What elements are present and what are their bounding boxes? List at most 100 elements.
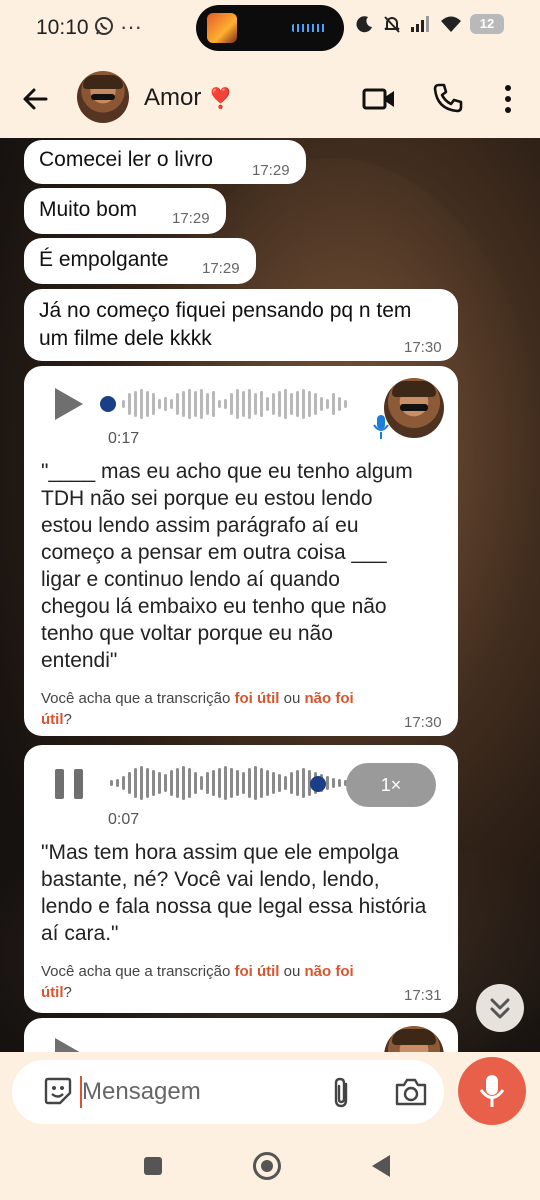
voice-duration: 0:07	[108, 811, 140, 828]
back-arrow-icon[interactable]	[18, 82, 52, 116]
message-bubble[interactable]: É empolgante 17:29	[24, 238, 256, 284]
waveform-bar	[158, 399, 161, 409]
waveform-bar	[218, 768, 221, 798]
feedback-useful-link[interactable]: foi útil	[234, 963, 279, 980]
waveform-bar	[122, 400, 125, 408]
audio-wave-icon	[292, 24, 326, 32]
play-icon[interactable]	[55, 388, 83, 420]
feedback-useful-link[interactable]: foi útil	[234, 690, 279, 707]
feedback-prompt: Você acha que a transcrição	[41, 963, 235, 980]
waveform-bar	[152, 770, 155, 796]
wifi-icon	[441, 16, 461, 32]
message-bubble[interactable]: Comecei ler o livro 17:29	[24, 140, 306, 184]
message-time: 17:29	[252, 162, 290, 179]
voice-record-button[interactable]	[458, 1057, 526, 1125]
waveform-bar	[302, 389, 305, 419]
message-text: É empolgante	[39, 248, 169, 271]
waveform-bar	[206, 393, 209, 415]
waveform-bar	[326, 776, 329, 790]
waveform-bar	[176, 768, 179, 798]
waveform-bar	[176, 393, 179, 415]
playback-speed-button[interactable]: 1×	[346, 763, 436, 807]
waveform-bar	[116, 779, 119, 787]
waveform-bar	[230, 393, 233, 415]
waveform-bar	[278, 391, 281, 417]
emoji-sticker-icon[interactable]	[42, 1075, 74, 1107]
sender-avatar	[384, 378, 444, 438]
signal-icon	[411, 16, 429, 32]
waveform-bar	[236, 389, 239, 419]
message-time: 17:30	[404, 339, 442, 356]
message-text: Comecei ler o livro	[39, 148, 213, 171]
waveform-bar	[248, 768, 251, 798]
message-input-container[interactable]	[12, 1060, 444, 1124]
voice-waveform[interactable]	[122, 386, 347, 422]
scroll-to-bottom-button[interactable]	[476, 984, 524, 1032]
sender-avatar	[384, 1026, 444, 1052]
contact-name[interactable]: Amor ❣️	[144, 84, 233, 112]
message-bubble[interactable]: Muito bom 17:29	[24, 188, 226, 234]
waveform-bar	[284, 776, 287, 790]
waveform-bar	[308, 391, 311, 417]
waveform-bar	[152, 393, 155, 415]
chat-area[interactable]: Comecei ler o livro 17:29 Muito bom 17:2…	[0, 138, 540, 1052]
moon-icon	[356, 16, 372, 33]
waveform-bar	[242, 391, 245, 417]
waveform-bar	[170, 770, 173, 796]
waveform-bar	[338, 397, 341, 411]
waveform-bar	[188, 768, 191, 798]
waveform-bar	[344, 400, 347, 408]
battery-indicator: 12	[470, 14, 504, 34]
pause-icon[interactable]	[55, 769, 83, 799]
home-button[interactable]	[253, 1152, 281, 1180]
waveform-bar	[140, 389, 143, 419]
waveform-bar	[296, 770, 299, 796]
waveform-bar	[284, 389, 287, 419]
voice-message-bubble[interactable]: 0:17 "____ mas eu acho que eu tenho algu…	[24, 366, 458, 736]
waveform-bar	[194, 772, 197, 794]
more-dots-icon: ···	[120, 14, 142, 39]
recents-button[interactable]	[144, 1157, 162, 1175]
waveform-bar	[230, 768, 233, 798]
voice-progress-handle[interactable]	[100, 396, 116, 412]
waveform-bar	[290, 393, 293, 415]
contact-avatar[interactable]	[77, 71, 129, 123]
feedback-suffix: ?	[63, 711, 72, 728]
message-time: 17:29	[202, 260, 240, 277]
message-input[interactable]	[82, 1070, 302, 1114]
waveform-bar	[134, 391, 137, 417]
waveform-bar	[302, 768, 305, 798]
paperclip-icon[interactable]	[328, 1076, 356, 1110]
voice-message-bubble-partial[interactable]	[24, 1018, 458, 1052]
waveform-bar	[200, 776, 203, 790]
phone-call-icon[interactable]	[432, 82, 464, 114]
voice-transcript: "Mas tem hora assim que ele empolga bast…	[41, 841, 427, 945]
camera-icon[interactable]	[394, 1076, 428, 1108]
feedback-or: ou	[279, 963, 305, 980]
waveform-bar	[170, 399, 173, 409]
waveform-bar	[206, 772, 209, 794]
play-icon[interactable]	[55, 1038, 83, 1052]
voice-transcript: "____ mas eu acho que eu tenho algum TDH…	[41, 460, 413, 672]
heart-emoji: ❣️	[208, 88, 233, 110]
message-time: 17:30	[404, 714, 442, 731]
voice-message-bubble[interactable]: 1× 0:07 "Mas tem hora assim que ele empo…	[24, 745, 458, 1013]
waveform-bar	[200, 389, 203, 419]
dynamic-island-media[interactable]	[196, 5, 344, 51]
waveform-bar	[182, 391, 185, 417]
waveform-bar	[110, 780, 113, 786]
message-bubble[interactable]: Já no começo fiquei pensando pq n tem um…	[24, 289, 458, 361]
double-chevron-down-icon	[490, 998, 510, 1019]
more-vert-icon[interactable]	[496, 82, 520, 116]
microphone-icon	[479, 1075, 505, 1107]
chat-header: Amor ❣️	[0, 60, 540, 138]
voice-progress-handle[interactable]	[310, 776, 326, 792]
whatsapp-icon	[94, 16, 114, 41]
system-back-button[interactable]	[372, 1155, 390, 1177]
waveform-bar	[164, 774, 167, 792]
waveform-bar	[248, 389, 251, 419]
video-call-icon[interactable]	[362, 84, 396, 114]
waveform-bar	[224, 766, 227, 800]
waveform-bar	[266, 770, 269, 796]
microphone-badge-icon	[373, 415, 389, 439]
